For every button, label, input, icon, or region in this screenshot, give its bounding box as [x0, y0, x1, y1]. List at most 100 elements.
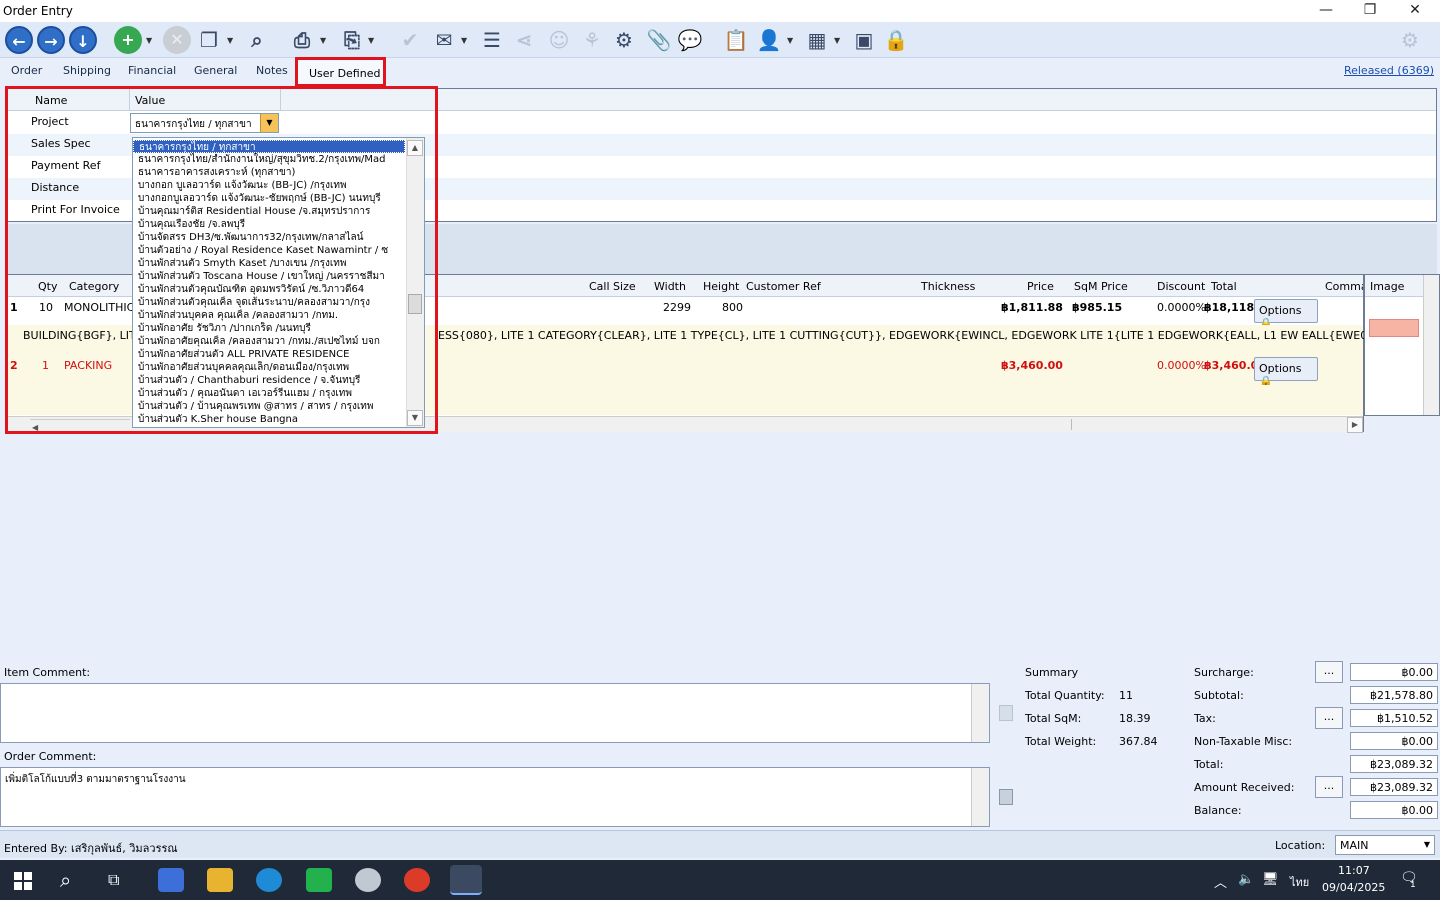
dropdown-item[interactable]: บ้านพักส่วนบุคคล คุณเคิ้ล /คลองสามวา /กท… — [133, 309, 405, 322]
options-button[interactable]: Options 🔒 — [1254, 357, 1318, 388]
image-vscrollbar[interactable] — [1423, 275, 1439, 415]
released-link[interactable]: Released (6369) — [1344, 64, 1434, 77]
tray-chevron-icon[interactable]: ︿ — [1214, 872, 1227, 891]
add-icon[interactable]: + — [114, 26, 142, 54]
col-price[interactable]: Price — [1027, 280, 1054, 293]
dropdown-item[interactable]: บ้านพักอาศัย รัชวิภา /ปากเกร็ด /นนทบุรี — [133, 322, 405, 335]
dropdown-item[interactable]: บ้านตัวอย่าง / Royal Residence Kaset Naw… — [133, 244, 405, 257]
col-customer-ref[interactable]: Customer Ref — [746, 280, 821, 293]
minimize-button[interactable]: — — [1306, 2, 1346, 20]
grid-icon[interactable]: ▦ — [803, 26, 831, 54]
dropdown-item[interactable]: ธนาคารอาคารสงเคราะห์ (ทุกสาขา) — [133, 166, 405, 179]
attachment-icon[interactable]: 📎 — [645, 26, 673, 54]
ud-hscrollbar[interactable]: ◀ — [30, 419, 130, 432]
col-comment[interactable]: Commar — [1325, 280, 1363, 293]
dropdown-item[interactable]: บ้านส่วนตัว / บ้านคุณพรเทพ @สาทร / สาทร … — [133, 400, 405, 413]
dropdown-item[interactable]: บางกอกบูเลอวาร์ด แจ้งวัฒนะ-ชัยพฤกษ์ (BB-… — [133, 192, 405, 205]
col-thickness[interactable]: Thickness — [921, 280, 975, 293]
dropdown-item[interactable]: บ้านพักส่วนตัวคุณเคิ้ล จุดเส้นระนาบ/คลอง… — [133, 296, 405, 309]
tab-notes[interactable]: Notes — [256, 64, 288, 77]
clipboard-icon[interactable]: 📋 — [722, 26, 750, 54]
clock-date[interactable]: 09/04/2025 — [1322, 881, 1385, 894]
totals-value-field[interactable]: ฿23,089.32 — [1350, 755, 1438, 773]
preview-dropdown-icon[interactable]: ▼ — [368, 36, 374, 45]
gear-icon[interactable]: ⚙ — [610, 26, 638, 54]
line-app-icon[interactable] — [306, 868, 332, 892]
volume-icon[interactable]: 🔈 — [1238, 872, 1254, 887]
glass-thumbnail[interactable] — [1369, 319, 1419, 337]
forward-icon[interactable]: → — [37, 26, 65, 54]
col-sqm-price[interactable]: SqM Price — [1074, 280, 1128, 293]
totals-value-field[interactable]: ฿1,510.52 — [1350, 709, 1438, 727]
col-call-size[interactable]: Call Size — [589, 280, 636, 293]
item-comment-scrollbar[interactable] — [971, 684, 989, 742]
item-comment-field[interactable] — [0, 683, 990, 743]
file-explorer-icon[interactable] — [207, 868, 233, 892]
grid-dropdown-icon[interactable]: ▼ — [834, 36, 840, 45]
scroll-up-icon[interactable]: ▲ — [407, 140, 423, 156]
email-icon[interactable]: ✉ — [430, 26, 458, 54]
list-icon[interactable]: ☰ — [478, 26, 506, 54]
user-dropdown-icon[interactable]: ▼ — [787, 36, 793, 45]
scroll-down-icon[interactable]: ▼ — [407, 410, 423, 426]
dropdown-item[interactable]: บางกอก บูเลอวาร์ด แจ้งวัฒนะ (BB-JC) /กรุ… — [133, 179, 405, 192]
edge-icon[interactable] — [256, 868, 282, 892]
screen-icon[interactable]: ▣ — [850, 26, 878, 54]
chrome-icon[interactable] — [404, 868, 430, 892]
location-select[interactable]: MAIN ▼ — [1335, 835, 1435, 855]
order-comment-notes-icon[interactable] — [999, 789, 1013, 805]
dropdown-item[interactable]: บ้านพักอาศัยส่วนตัว ALL PRIVATE RESIDENC… — [133, 348, 405, 361]
scroll-right-icon[interactable]: ▶ — [1347, 417, 1363, 433]
lock-icon[interactable]: 🔒 — [882, 26, 910, 54]
language-indicator[interactable]: ไทย — [1290, 873, 1309, 891]
totals-details-button[interactable]: ... — [1315, 707, 1343, 729]
item-comment-notes-icon[interactable] — [999, 705, 1013, 721]
dropdown-item[interactable]: บ้านส่วนตัว / คุณอนันดา เอเวอร์รี่นแฮม /… — [133, 387, 405, 400]
tab-shipping[interactable]: Shipping — [63, 64, 111, 77]
restore-button[interactable]: ❐ — [1350, 2, 1390, 20]
totals-details-button[interactable]: ... — [1315, 776, 1343, 798]
dropdown-item[interactable]: บ้านพักส่วนตัว Toscana House / เขาใหญ่ /… — [133, 270, 405, 283]
close-button[interactable]: ✕ — [1395, 2, 1435, 20]
task-view-icon[interactable]: ⧉ — [108, 868, 134, 892]
tab-financial[interactable]: Financial — [128, 64, 176, 77]
totals-details-button[interactable]: ... — [1315, 661, 1343, 683]
tab-general[interactable]: General — [194, 64, 237, 77]
windows-start-icon[interactable] — [14, 872, 32, 890]
col-total[interactable]: Total — [1211, 280, 1237, 293]
dropdown-item[interactable]: ธนาคารกรุงไทย / ทุกสาขา — [133, 140, 405, 153]
app-icon[interactable] — [355, 868, 381, 892]
copy-dropdown-icon[interactable]: ▼ — [227, 36, 233, 45]
project-dropdown-list[interactable]: ธนาคารกรุงไทย / ทุกสาขา ธนาคารกรุงไทย/สำน… — [132, 137, 425, 428]
dropdown-item[interactable]: บ้านพักอาศัยคุณเคิ้ล /คลองสามวา /กทม./สเ… — [133, 335, 405, 348]
dropdown-item[interactable]: บ้านส่วนตัว K.Sher house Bangna — [133, 413, 405, 426]
totals-value-field[interactable]: ฿0.00 — [1350, 663, 1438, 681]
order-comment-scrollbar[interactable] — [971, 768, 989, 826]
tab-order[interactable]: Order — [11, 64, 42, 77]
scroll-thumb[interactable] — [408, 294, 422, 314]
print-icon[interactable]: ⎙ — [288, 26, 316, 54]
col-discount[interactable]: Discount — [1157, 280, 1205, 293]
dropdown-item[interactable]: บ้านส่วนตัว / Chanthaburi residence / จ.… — [133, 374, 405, 387]
network-icon[interactable]: 🖥 — [1262, 872, 1279, 887]
user-icon[interactable]: 👤 — [755, 26, 783, 54]
store-icon[interactable] — [158, 868, 184, 892]
totals-value-field[interactable]: ฿0.00 — [1350, 801, 1438, 819]
taskbar-search-icon[interactable]: ⌕ — [60, 868, 86, 892]
tab-user-defined[interactable]: User Defined — [295, 57, 386, 87]
project-combo[interactable]: ธนาคารกรุงไทย / ทุกสาขา ▼ — [130, 113, 279, 133]
col-width[interactable]: Width — [654, 280, 686, 293]
copy-icon[interactable]: ❐ — [195, 26, 223, 54]
add-dropdown-icon[interactable]: ▼ — [146, 36, 152, 45]
print-dropdown-icon[interactable]: ▼ — [320, 36, 326, 45]
dropdown-item[interactable]: ธนาคารกรุงไทย/สำนักงานใหญ่/สุขุมวิทช.2/ก… — [133, 153, 405, 166]
combo-dropdown-icon[interactable]: ▼ — [260, 114, 278, 132]
comment-icon[interactable]: 💬 — [676, 26, 704, 54]
dropdown-item[interactable]: บ้านพักอาศัยส่วนบุคคลคุณเล็ก/ดอนเมือง/กร… — [133, 361, 405, 374]
dropdown-item[interactable]: บ้านพักส่วนตัวคุณบัณฑิต อุดมพรวิรัตน์ /ซ… — [133, 283, 405, 296]
dropdown-item[interactable]: บ้านจัดสรร DH3/ซ.พัฒนาการ32/กรุงเทพ/กลาส… — [133, 231, 405, 244]
location-dropdown-icon[interactable]: ▼ — [1424, 840, 1430, 849]
search-icon[interactable]: ⌕ — [243, 26, 271, 54]
clock-time[interactable]: 11:07 — [1338, 864, 1370, 877]
preview-icon[interactable]: ⎘ — [338, 26, 366, 54]
